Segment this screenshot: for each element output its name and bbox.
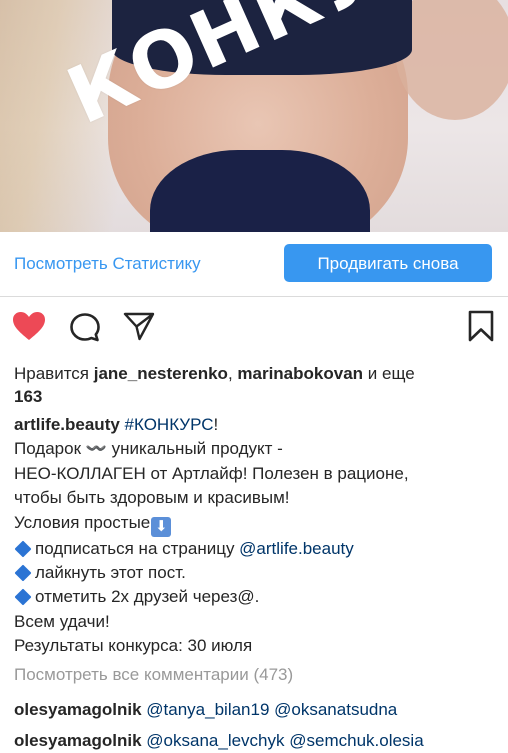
likes-count[interactable]: 163	[14, 387, 42, 406]
caption-line: Условия простые ⬇	[14, 511, 499, 537]
image-bottom-garment	[150, 150, 370, 232]
blue-diamond-icon	[14, 564, 32, 582]
comment-mentions[interactable]: @oksana_levchyk @semchuk.olesia	[146, 731, 423, 750]
caption-bullet: подписаться на страницу @artlife.beauty	[14, 537, 499, 561]
liker-username[interactable]: marinabokovan	[237, 364, 363, 383]
caption-bullet: отметить 2х друзей через@.	[14, 585, 499, 609]
bookmark-icon[interactable]	[468, 310, 494, 347]
likes-separator: ,	[227, 364, 238, 383]
comment-row: olesyamagolnik @oksana_levchyk @semchuk.…	[14, 731, 424, 751]
comment-username[interactable]: olesyamagolnik	[14, 731, 142, 750]
caption-bullet: лайкнуть этот пост.	[14, 561, 499, 585]
caption-username[interactable]: artlife.beauty	[14, 415, 120, 434]
post-actions-bar	[0, 297, 508, 357]
caption-line: Подарок 〰️ уникальный продукт -	[14, 439, 283, 459]
likes-prefix: Нравится	[14, 364, 94, 383]
likes-suffix: и еще	[363, 364, 415, 383]
likes-summary: Нравится jane_nesterenko, marinabokovan …	[14, 362, 494, 408]
comment-row: olesyamagolnik @tanya_bilan19 @oksanatsu…	[14, 700, 397, 720]
caption-line: Всем удачи!	[14, 611, 110, 631]
caption-bullet-text: подписаться на страницу	[35, 538, 240, 558]
comment-mentions[interactable]: @tanya_bilan19 @oksanatsudna	[146, 700, 397, 719]
view-insights-link[interactable]: Посмотреть Статистику	[14, 254, 201, 274]
post-caption: artlife.beauty #КОНКУРС! Подарок 〰️ уник…	[14, 413, 499, 659]
caption-hashtag-punct: !	[213, 415, 219, 434]
caption-mention[interactable]: @artlife.beauty	[239, 539, 354, 558]
comment-username[interactable]: olesyamagolnik	[14, 700, 142, 719]
caption-bullet-text: лайкнуть этот пост.	[35, 563, 186, 583]
post-image[interactable]: КОНКУРС	[0, 0, 508, 232]
view-all-comments-link[interactable]: Посмотреть все комментарии (473)	[14, 665, 293, 685]
comment-bubble-icon[interactable]	[69, 312, 101, 347]
heart-filled-icon[interactable]	[12, 311, 46, 346]
blue-diamond-icon	[14, 540, 32, 558]
caption-line: НЕО-КОЛЛАГЕН от Артлайф! Полезен в рацио…	[14, 463, 409, 483]
promote-again-button[interactable]: Продвигать снова	[284, 244, 492, 282]
down-arrow-emoji-icon: ⬇	[151, 516, 172, 537]
blue-diamond-icon	[14, 588, 32, 606]
caption-line-text: Условия простые	[14, 512, 151, 532]
caption-line: чтобы быть здоровым и красивым!	[14, 488, 290, 508]
caption-line: Результаты конкурса: 30 июля	[14, 636, 253, 656]
direct-share-icon[interactable]	[123, 311, 155, 346]
liker-username[interactable]: jane_nesterenko	[94, 364, 228, 383]
caption-hashtag[interactable]: #КОНКУРС	[125, 415, 214, 434]
caption-bullet-text: отметить 2х друзей через@.	[35, 587, 260, 607]
promotion-bar: Посмотреть Статистику Продвигать снова	[0, 232, 508, 297]
